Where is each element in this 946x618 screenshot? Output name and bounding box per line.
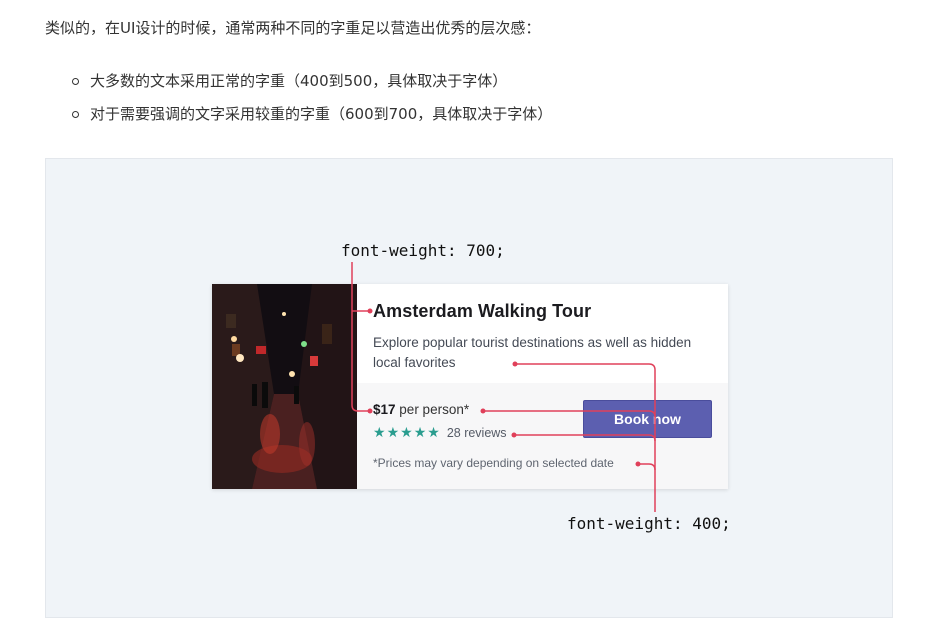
star-icon: ★ — [427, 425, 440, 441]
tour-card: Amsterdam Walking Tour Explore popular t… — [212, 284, 728, 489]
list-item: 大多数的文本采用正常的字重（400到500，具体取决于字体） — [70, 70, 552, 103]
intro-paragraph: 类似的，在UI设计的时候，通常两种不同的字重足以营造出优秀的层次感： — [45, 19, 541, 37]
list-item: 对于需要强调的文字采用较重的字重（600到700，具体取决于字体） — [70, 103, 552, 136]
tour-title: Amsterdam Walking Tour — [373, 301, 592, 321]
price-unit: per person* — [399, 402, 470, 417]
star-icon: ★ — [373, 425, 386, 441]
price-amount: $17 — [373, 402, 396, 417]
star-icon: ★ — [413, 425, 427, 441]
tour-description: Explore popular tourist destinations as … — [373, 335, 692, 370]
book-now-button[interactable]: Book now — [583, 400, 712, 438]
tour-photo — [212, 284, 357, 489]
font-weight-400-label: font-weight: 400; — [567, 514, 731, 533]
review-count[interactable]: 28 reviews — [447, 426, 507, 440]
weight-guidelines-list: 大多数的文本采用正常的字重（400到500，具体取决于字体） 对于需要强调的文字… — [70, 70, 552, 136]
card-header: Amsterdam Walking Tour Explore popular t… — [357, 284, 728, 383]
star-icon: ★ — [400, 425, 413, 441]
price-disclaimer: *Prices may vary depending on selected d… — [373, 456, 614, 470]
rating: ★ ★ ★ ★ ★ 28 reviews — [373, 425, 507, 441]
card-footer: $17 per person* ★ ★ ★ ★ ★ 28 reviews Boo… — [357, 383, 728, 489]
star-icon: ★ — [386, 425, 400, 441]
font-weight-700-label: font-weight: 700; — [341, 241, 505, 260]
night-street-photo-icon — [212, 284, 357, 489]
price-line: $17 per person* — [373, 402, 469, 417]
